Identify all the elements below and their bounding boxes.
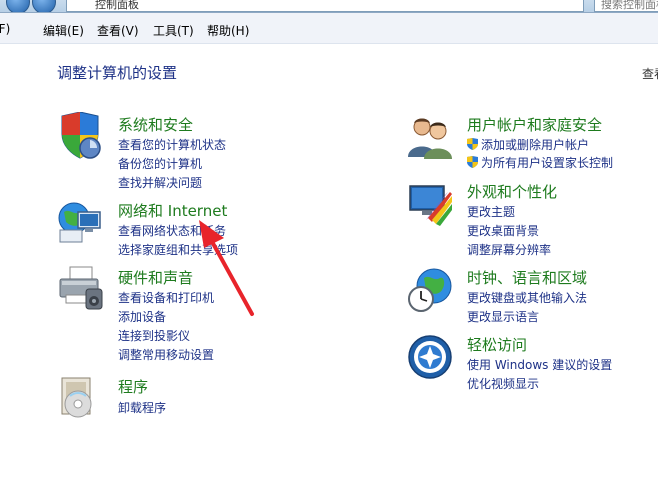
red-arrow-annotation [199,220,254,316]
